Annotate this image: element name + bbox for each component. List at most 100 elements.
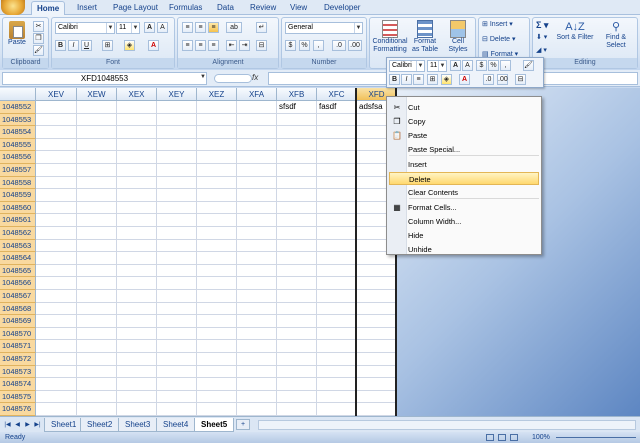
row-header[interactable]: 1048552: [0, 101, 36, 114]
horizontal-scrollbar[interactable]: [258, 420, 636, 430]
insert-cells-button[interactable]: ⊞ Insert ▾: [482, 20, 513, 28]
menu-item-delete[interactable]: Delete: [389, 172, 539, 185]
decrease-decimal-icon[interactable]: .00: [348, 40, 362, 51]
row-header[interactable]: 1048566: [0, 277, 36, 290]
row-header[interactable]: 1048555: [0, 138, 36, 152]
menu-item-hide[interactable]: Hide: [389, 229, 539, 242]
menu-item-insert[interactable]: Insert: [389, 158, 539, 171]
find-select-button[interactable]: ⚲ Find & Select: [597, 20, 635, 50]
currency-icon[interactable]: $: [285, 40, 296, 51]
wrap-text-icon[interactable]: ↵: [256, 22, 267, 33]
sheet-tab-sheet5[interactable]: Sheet5: [194, 418, 235, 432]
align-center-icon[interactable]: ≡: [195, 40, 206, 51]
borders-button[interactable]: ⊞: [102, 40, 113, 51]
formula-cancel-enter[interactable]: [214, 74, 252, 83]
menu-item-paste[interactable]: 📋 Paste: [389, 129, 539, 142]
format-as-table-button[interactable]: Format as Table: [410, 20, 440, 54]
row-header[interactable]: 1048575: [0, 390, 36, 404]
tab-view[interactable]: View: [285, 1, 312, 15]
menu-item-copy[interactable]: ❐ Copy: [389, 115, 539, 128]
merge-center-icon[interactable]: ⊟: [256, 40, 267, 51]
mini-format-painter-icon[interactable]: 🖌: [523, 60, 534, 71]
align-right-icon[interactable]: ≡: [208, 40, 219, 51]
tab-insert[interactable]: Insert: [72, 1, 102, 15]
decrease-indent-icon[interactable]: ⇤: [226, 40, 237, 51]
menu-item-format-cells[interactable]: ▦ Format Cells...: [389, 201, 539, 214]
mini-currency-icon[interactable]: $: [476, 60, 487, 71]
fill-color-button[interactable]: ◈: [124, 40, 135, 51]
row-header[interactable]: 1048570: [0, 327, 36, 341]
menu-item-unhide[interactable]: Unhide: [389, 243, 539, 256]
underline-button[interactable]: U: [81, 40, 92, 51]
row-header[interactable]: 1048568: [0, 302, 36, 316]
select-all-corner[interactable]: [0, 88, 36, 101]
tab-page-layout[interactable]: Page Layout: [108, 1, 163, 15]
row-header[interactable]: 1048559: [0, 189, 36, 202]
grow-font-button[interactable]: A: [144, 22, 155, 33]
increase-indent-icon[interactable]: ⇥: [239, 40, 250, 51]
column-header[interactable]: XEW: [77, 88, 117, 101]
row-header[interactable]: 1048562: [0, 227, 36, 240]
mini-italic-button[interactable]: I: [401, 74, 412, 85]
font-size-combo[interactable]: 11 ▼: [116, 22, 140, 34]
chevron-down-icon[interactable]: ▼: [200, 74, 206, 80]
mini-decrease-decimal-icon[interactable]: .00: [497, 74, 508, 85]
cell-value[interactable]: fasdf: [317, 101, 357, 113]
align-left-icon[interactable]: ≡: [182, 40, 193, 51]
menu-item-paste-special[interactable]: Paste Special...: [389, 143, 539, 156]
mini-size-combo[interactable]: 11 ▼: [427, 60, 447, 72]
next-sheet-icon[interactable]: ▶: [23, 420, 32, 430]
mini-percent-icon[interactable]: %: [488, 60, 499, 71]
page-layout-view-icon[interactable]: [498, 434, 506, 441]
row-header[interactable]: 1048573: [0, 365, 36, 379]
delete-cells-button[interactable]: ⊟ Delete ▾: [482, 35, 516, 43]
mini-shrink-font-button[interactable]: A: [462, 60, 473, 71]
autosum-icon[interactable]: Σ ▾: [536, 20, 548, 31]
cell-value[interactable]: sfsdf: [277, 101, 317, 113]
copy-icon[interactable]: ❐: [33, 33, 44, 44]
mini-increase-decimal-icon[interactable]: .0: [483, 74, 494, 85]
row-header[interactable]: 1048571: [0, 340, 36, 353]
clear-icon[interactable]: ◢ ▾: [536, 46, 547, 54]
mini-align-icon[interactable]: ≡: [413, 74, 424, 85]
mini-grow-font-button[interactable]: A: [450, 60, 461, 71]
align-top-icon[interactable]: ≡: [182, 22, 193, 33]
font-name-combo[interactable]: Calibri ▼: [55, 22, 115, 34]
mini-font-combo[interactable]: Calibri ▼: [389, 60, 425, 72]
column-header[interactable]: XEX: [117, 88, 157, 101]
align-middle-icon[interactable]: ≡: [195, 22, 206, 33]
insert-sheet-icon[interactable]: +: [236, 419, 250, 430]
bold-button[interactable]: B: [55, 40, 66, 51]
row-header[interactable]: 1048574: [0, 378, 36, 391]
column-header[interactable]: XEZ: [197, 88, 237, 101]
row-header[interactable]: 1048556: [0, 151, 36, 164]
page-break-view-icon[interactable]: [510, 434, 518, 441]
sheet-tab-sheet2[interactable]: Sheet2: [80, 418, 120, 432]
insert-function-icon[interactable]: fx: [252, 73, 258, 82]
menu-item-clear-contents[interactable]: Clear Contents: [389, 186, 539, 199]
increase-decimal-icon[interactable]: .0: [332, 40, 346, 51]
italic-button[interactable]: I: [68, 40, 79, 51]
column-header[interactable]: XEV: [36, 88, 77, 101]
row-header[interactable]: 1048560: [0, 201, 36, 215]
comma-icon[interactable]: ,: [313, 40, 324, 51]
row-header[interactable]: 1048557: [0, 164, 36, 177]
tab-developer[interactable]: Developer: [319, 1, 365, 15]
row-header[interactable]: 1048558: [0, 176, 36, 190]
number-format-combo[interactable]: General ▼: [285, 22, 363, 34]
sort-filter-button[interactable]: A↓Z Sort & Filter: [555, 20, 595, 42]
row-header[interactable]: 1048561: [0, 214, 36, 227]
mini-font-color-icon[interactable]: A: [459, 74, 470, 85]
row-header[interactable]: 1048572: [0, 353, 36, 366]
row-header[interactable]: 1048567: [0, 290, 36, 303]
sheet-tab-sheet3[interactable]: Sheet3: [118, 418, 158, 432]
tab-formulas[interactable]: Formulas: [164, 1, 207, 15]
shrink-font-button[interactable]: A: [157, 22, 168, 33]
mini-comma-icon[interactable]: ,: [500, 60, 511, 71]
row-header[interactable]: 1048569: [0, 315, 36, 328]
sheet-tab-sheet4[interactable]: Sheet4: [156, 418, 196, 432]
spreadsheet-grid[interactable]: XEV XEW XEX XEY XEZ XFA XFB XFC XFD 1048552 104855…: [0, 88, 397, 416]
row-header[interactable]: 1048563: [0, 239, 36, 253]
prev-sheet-icon[interactable]: ◀: [13, 420, 22, 430]
row-header[interactable]: 1048554: [0, 126, 36, 139]
